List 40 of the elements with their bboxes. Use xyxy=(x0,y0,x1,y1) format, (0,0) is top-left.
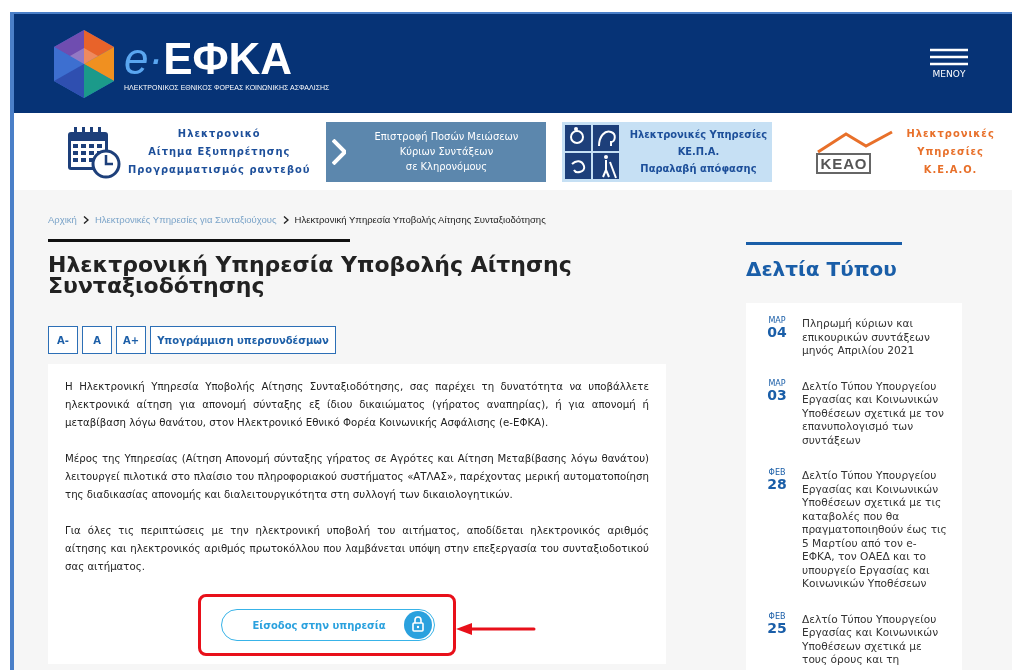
paragraph: Η Ηλεκτρονική Υπηρεσία Υποβολής Αίτησης Συνταξιοδότησης, σας παρέχει τη δυνατότητα να υποβάλλετε ηλεκτρονικά αίτηση για απονομή σύνταξης εξ ίδιου δικαιώματος (γήρατος αναπηρίας), ή για απονομή ή μεταβίβαση λόγω θανάτου, στον Ηλεκτρονικό Εθνικό Φορέα Κοινωνικής Ασφάλισης (e-ΕΦΚΑ). xyxy=(65,380,649,430)
text-tool-button[interactable]: Υπογράμμιση υπερσυνδέσμων xyxy=(150,326,336,354)
date-day: 25 xyxy=(767,620,787,635)
press-link[interactable]: Δελτίο Τύπου Υπουργείου Εργασίας και Κοινωνικών Υποθέσεων σχετικά με τις καταβολές που θα πραγματοποιηθούν έως τις 5 Μαρτίου από τον e-ΕΦΚΑ, τον ΟΑΕΔ και το υπουργείο Εργασίας και Κοινωνικών Υποθέσεων xyxy=(802,469,948,591)
banner-text: Ηλεκτρονικές Υπηρεσίες Κ.Ε.Α.Ο. xyxy=(906,125,995,178)
logo-wordmark: ΕΦΚΑ xyxy=(163,36,293,81)
text-tool-button[interactable]: A+ xyxy=(116,326,147,354)
paragraph: Για όλες τις περιπτώσεις με την ηλεκτρονική υποβολή του αιτήματος, αποδίδεται ηλεκτρονικός αριθμός αίτησης και ηλεκτρονικός αριθμός πρωτοκόλλου που λαμβάνεται υπόψη στην επεξεργασία του συνταξιοδοτικού σας αιτήματος. xyxy=(65,524,649,574)
press-link[interactable]: Δελτίο Τύπου Υπουργείου Εργασίας και Κοινωνικών Υποθέσεων σχετικά με τον επανυπολογισμό των συντάξεων xyxy=(802,379,948,447)
text-tool-button[interactable]: A xyxy=(82,326,112,354)
banner-text: Επιστροφή Ποσών Μειώσεων Κύριων Συντάξεων σε Κληρονόμους xyxy=(373,129,520,174)
date-day: 28 xyxy=(767,477,787,491)
breadcrumb-current: Ηλεκτρονική Υπηρεσία Υποβολής Αίτησης Συνταξιοδότησης xyxy=(294,214,546,225)
menu-button[interactable]: ΜΕΝΟΥ xyxy=(930,48,968,79)
logo-prefix: e· xyxy=(124,36,164,81)
service-banner[interactable]: Επιστροφή Ποσών Μειώσεων Κύριων Συντάξεων σε Κληρονόμους xyxy=(326,121,547,182)
page-title: Ηλεκτρονική Υπηρεσία Υποβολής Αίτησης Συνταξιοδότησης xyxy=(48,254,573,296)
service-banner[interactable]: Ηλεκτρονικές Υπηρεσίες ΚΕ.Π.Α. Παραλαβή απόφασης xyxy=(562,121,773,182)
banner-text: Ηλεκτρονικό Αίτημα Εξυπηρέτησης Προγραμματισμός ραντεβού xyxy=(128,125,311,178)
accessibility-icon xyxy=(564,123,621,180)
date-month: ΦΕΒ xyxy=(768,612,786,621)
date-day: 04 xyxy=(767,325,787,339)
date-month: ΦΕΒ xyxy=(768,469,786,477)
service-banner[interactable]: Ηλεκτρονικό Αίτημα Εξυπηρέτησης Προγραμματισμός ραντεβού xyxy=(66,121,311,182)
service-banner[interactable]: ΚΕΑΟ Ηλεκτρονικές Υπηρεσίες Κ.Ε.Α.Ο. xyxy=(816,121,995,182)
chevron-icon xyxy=(332,138,347,165)
press-link[interactable]: Δελτίο Τύπου Υπουργείου Εργασίας και Κοινωνικών Υποθέσεων σχετικά με τους όρους και τη xyxy=(802,612,948,667)
banner-text: Ηλεκτρονικές Υπηρεσίες ΚΕ.Π.Α. Παραλαβή απόφασης xyxy=(628,127,769,177)
menu-icon xyxy=(930,48,968,66)
press-link[interactable]: Πληρωμή κύριων και επικουρικών συντάξεων μηνός Απριλίου 2021 xyxy=(802,317,948,358)
lock-icon xyxy=(403,611,432,639)
date-month: ΜΑΡ xyxy=(768,317,786,325)
press-title: Δελτία Τύπου xyxy=(746,257,898,281)
date-month: ΜΑΡ xyxy=(768,379,786,388)
paragraph: Μέρος της Υπηρεσίας (Αίτηση Απονομή σύνταξης γήρατος σε Αγρότες και Αίτηση Μεταβίβασης λόγω θανάτου) λειτουργεί πιλοτικά στο πλαίσιο του πληροφοριακού συστήματος «ΑΤΛΑΣ», παρέχοντας μερική αυτοματοποίηση της διαδικασίας απονομής και διαλειτουργικότητα στη συλλογή των δικαιολογητικών. xyxy=(65,452,649,502)
keao-logo-text: ΚΕΑΟ xyxy=(816,152,872,174)
chevron-icon xyxy=(282,215,289,224)
text-tool-button[interactable]: A- xyxy=(48,326,78,354)
chevron-icon xyxy=(82,215,89,224)
date-day: 03 xyxy=(767,387,787,402)
